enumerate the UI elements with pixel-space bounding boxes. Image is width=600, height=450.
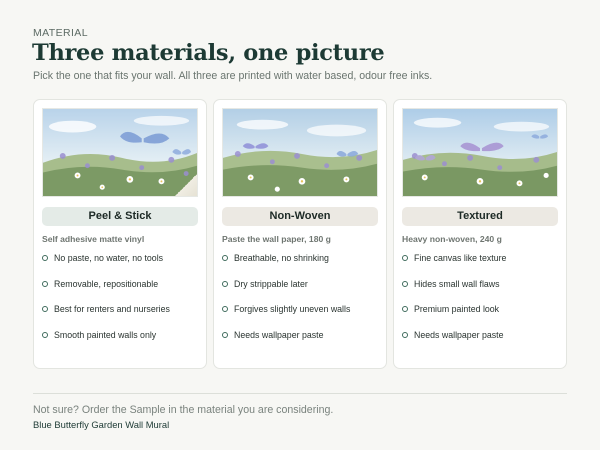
list-item: Fine canvas like texture xyxy=(402,252,506,278)
material-name-button[interactable]: Textured xyxy=(402,207,558,226)
feature-list: Fine canvas like texture Hides small wal… xyxy=(402,252,506,354)
feature-list: Breathable, no shrinking Dry strippable … xyxy=(222,252,350,354)
list-item: No paste, no water, no tools xyxy=(42,252,170,278)
material-spec: Heavy non-woven, 240 g xyxy=(402,234,502,244)
bullet-ring-icon xyxy=(402,280,408,287)
list-item: Smooth painted walls only xyxy=(42,329,170,355)
bullet-ring-icon xyxy=(42,280,48,287)
list-item: Breathable, no shrinking xyxy=(222,252,350,278)
page-subtitle: Pick the one that fits your wall. All th… xyxy=(33,70,433,82)
feature-list: No paste, no water, no tools Removable, … xyxy=(42,252,170,354)
bullet-ring-icon xyxy=(402,255,408,261)
list-item: Hides small wall flaws xyxy=(402,278,506,304)
mural-preview-image xyxy=(42,108,198,197)
material-spec: Self adhesive matte vinyl xyxy=(42,234,145,244)
list-item: Forgives slightly uneven walls xyxy=(222,303,350,329)
list-item: Premium painted look xyxy=(402,303,506,329)
material-spec: Paste the wall paper, 180 g xyxy=(222,234,331,244)
list-item: Best for renters and nurseries xyxy=(42,303,170,329)
material-cards: Peel & Stick Self adhesive matte vinyl N… xyxy=(33,99,567,369)
list-item: Needs wallpaper paste xyxy=(402,329,506,355)
material-card-peel-stick[interactable]: Peel & Stick Self adhesive matte vinyl N… xyxy=(33,99,207,369)
mural-preview-image xyxy=(402,108,558,197)
list-item: Dry strippable later xyxy=(222,278,350,304)
mural-preview-image xyxy=(222,108,378,197)
list-item: Needs wallpaper paste xyxy=(222,329,350,355)
bullet-ring-icon xyxy=(42,331,48,338)
product-name: Blue Butterfly Garden Wall Mural xyxy=(33,419,170,430)
bullet-ring-icon xyxy=(222,280,228,287)
page-title: Three materials, one picture xyxy=(32,40,385,66)
material-name-button[interactable]: Non-Woven xyxy=(222,207,378,226)
material-name-button[interactable]: Peel & Stick xyxy=(42,207,198,226)
bullet-ring-icon xyxy=(42,255,48,261)
divider xyxy=(33,393,567,394)
bullet-ring-icon xyxy=(222,306,228,312)
peel-corner-icon xyxy=(175,174,197,196)
material-card-non-woven[interactable]: Non-Woven Paste the wall paper, 180 g Br… xyxy=(213,99,387,369)
bullet-ring-icon xyxy=(402,331,408,338)
list-item: Removable, repositionable xyxy=(42,278,170,304)
bullet-ring-icon xyxy=(402,306,408,312)
eyebrow-label: MATERIAL xyxy=(33,27,88,39)
bullet-ring-icon xyxy=(222,331,228,338)
sample-note: Not sure? Order the Sample in the materi… xyxy=(33,404,334,416)
bullet-ring-icon xyxy=(42,306,48,312)
material-card-textured[interactable]: Textured Heavy non-woven, 240 g Fine can… xyxy=(393,99,567,369)
bullet-ring-icon xyxy=(222,255,228,261)
